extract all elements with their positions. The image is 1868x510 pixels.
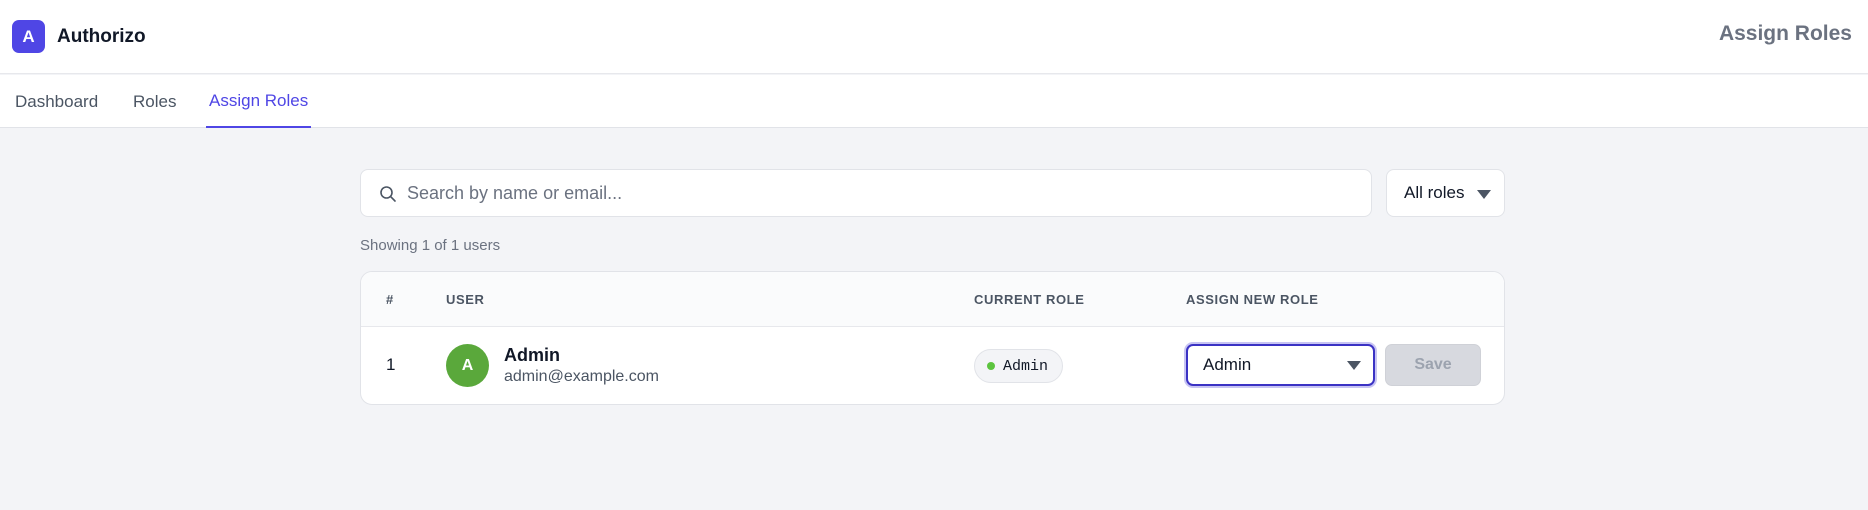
role-filter-value: All roles	[1404, 183, 1465, 202]
brand-name: Authorizo	[57, 25, 146, 47]
results-count: Showing 1 of 1 users	[360, 237, 501, 254]
brand[interactable]: A Authorizo	[12, 20, 146, 53]
brand-logo: A	[12, 20, 45, 53]
users-table: # USER CURRENT ROLE ASSIGN NEW ROLE 1 A …	[360, 271, 1505, 405]
current-role-label: Admin	[1003, 357, 1049, 375]
search-icon	[380, 186, 396, 202]
chevron-down-icon	[1347, 361, 1361, 370]
user-email: admin@example.com	[504, 368, 659, 385]
search-input[interactable]	[407, 170, 1357, 216]
tab-roles[interactable]: Roles	[130, 75, 179, 128]
save-button[interactable]: Save	[1385, 344, 1481, 386]
current-role-badge: Admin	[974, 349, 1064, 383]
assign-role-select[interactable]: Admin	[1186, 344, 1375, 386]
tab-assign-roles[interactable]: Assign Roles	[206, 75, 312, 128]
search-box[interactable]	[360, 169, 1372, 217]
column-header-user: USER	[446, 292, 485, 307]
column-header-assign-new-role: ASSIGN NEW ROLE	[1186, 292, 1319, 307]
column-header-index: #	[386, 292, 394, 307]
column-header-current-role: CURRENT ROLE	[974, 292, 1085, 307]
user-name: Admin	[504, 345, 560, 365]
chevron-down-icon	[1477, 190, 1491, 199]
table-row: 1 A Admin admin@example.com Admin Admin …	[361, 327, 1504, 404]
main-content: All roles Showing 1 of 1 users # USER CU…	[360, 169, 1505, 405]
tab-dashboard[interactable]: Dashboard	[12, 75, 101, 128]
table-header: # USER CURRENT ROLE ASSIGN NEW ROLE	[361, 272, 1504, 327]
status-dot-icon	[987, 362, 995, 370]
header-page-title: Assign Roles	[1718, 22, 1852, 45]
row-index: 1	[386, 355, 396, 374]
assign-role-value: Admin	[1203, 355, 1252, 374]
nav-tabs: Dashboard Roles Assign Roles	[0, 75, 1868, 128]
role-filter-select[interactable]: All roles	[1386, 169, 1505, 217]
top-header: A Authorizo Assign Roles	[0, 0, 1868, 74]
avatar: A	[446, 344, 489, 387]
toolbar: All roles	[360, 169, 1505, 217]
